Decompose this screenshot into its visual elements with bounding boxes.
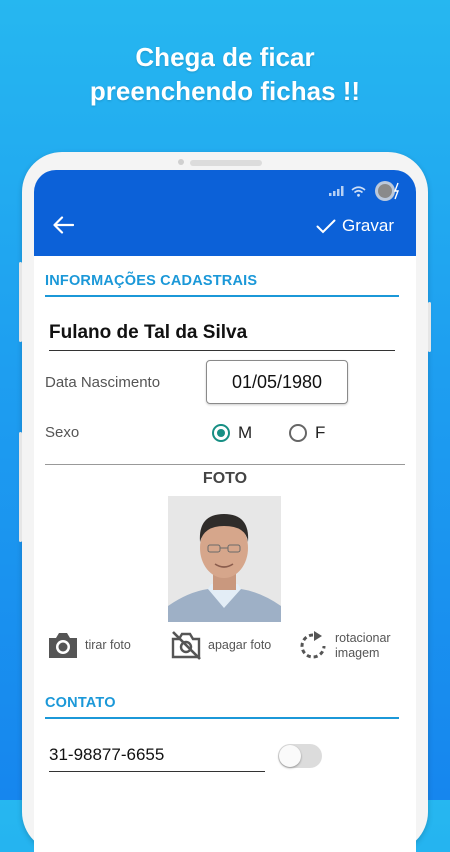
sex-option-f-label: F xyxy=(315,423,326,442)
rotate-icon xyxy=(300,631,326,659)
sex-option-m[interactable]: M xyxy=(212,423,252,443)
section-title-contato: CONTATO xyxy=(45,695,116,711)
status-bar xyxy=(329,180,402,202)
section-underline-cadastro xyxy=(45,295,399,297)
radio-checked-icon xyxy=(212,424,230,442)
section-title-cadastro: INFORMAÇÕES CADASTRAIS xyxy=(45,273,258,289)
phone-sensor xyxy=(178,159,184,165)
save-button-label: Gravar xyxy=(342,216,394,235)
phone-side-button xyxy=(19,432,22,542)
headline-line-2: preenchendo fichas !! xyxy=(89,76,361,106)
phone-frame: Gravar INFORMAÇÕES CADASTRAIS Fulano de … xyxy=(19,152,431,852)
birth-date-label: Data Nascimento xyxy=(45,374,161,391)
divider xyxy=(45,464,405,465)
rotate-image-button[interactable]: rotacionar imagem xyxy=(297,630,391,662)
contact-toggle[interactable] xyxy=(278,744,322,768)
sex-label: Sexo xyxy=(45,424,80,441)
signal-icon xyxy=(329,186,344,196)
birth-date-field[interactable]: 01/05/1980 xyxy=(206,360,348,404)
app-screen: Gravar INFORMAÇÕES CADASTRAIS Fulano de … xyxy=(34,170,416,852)
delete-photo-button[interactable]: apagar foto xyxy=(170,630,271,660)
radio-unchecked-icon xyxy=(289,424,307,442)
headline-line-1: Chega de ficar xyxy=(135,42,315,72)
check-icon xyxy=(316,219,336,233)
profile-photo[interactable] xyxy=(168,496,281,622)
sex-option-f[interactable]: F xyxy=(289,423,325,443)
rotate-image-label: rotacionar imagem xyxy=(335,631,391,661)
phone-field[interactable]: 31-98877-6655 xyxy=(49,741,265,772)
camera-icon xyxy=(49,633,77,658)
profile-photo-image xyxy=(168,496,281,622)
wifi-icon xyxy=(351,185,366,197)
rotate-image-label-line-2: imagem xyxy=(335,646,380,660)
back-button[interactable] xyxy=(52,216,75,239)
promo-headline: Chega de ficar preenchendo fichas !! xyxy=(0,40,450,108)
name-field[interactable]: Fulano de Tal da Silva xyxy=(49,320,395,351)
back-arrow-icon xyxy=(53,216,75,234)
delete-photo-label: apagar foto xyxy=(208,637,272,652)
take-photo-label: tirar foto xyxy=(85,637,131,652)
camera-off-icon xyxy=(171,631,201,660)
sex-option-m-label: M xyxy=(238,423,253,442)
battery-icon xyxy=(375,181,400,201)
photo-section-title: FOTO xyxy=(202,470,248,487)
toggle-knob xyxy=(279,745,301,767)
phone-speaker xyxy=(190,160,262,166)
take-photo-button[interactable]: tirar foto xyxy=(47,630,131,660)
rotate-image-label-line-1: rotacionar xyxy=(335,631,391,645)
phone-power-button xyxy=(428,302,431,352)
app-bar: Gravar xyxy=(34,170,416,256)
phone-volume-button xyxy=(19,262,22,342)
save-button[interactable]: Gravar xyxy=(316,216,394,236)
section-underline-contato xyxy=(45,717,399,719)
